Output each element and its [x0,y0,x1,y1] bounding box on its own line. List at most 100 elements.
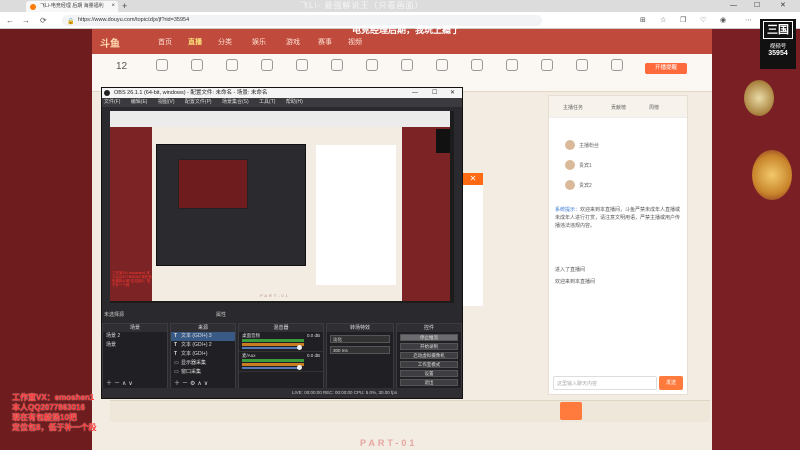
close-window-button[interactable]: ✕ [780,0,786,12]
settings-menu-icon[interactable]: ⋯ [745,15,752,26]
toolbar-item[interactable] [392,59,422,75]
toolbar-item[interactable] [252,59,282,75]
new-tab-button[interactable]: + [122,0,127,12]
start-recording-button[interactable]: 开始录制 [400,343,458,350]
transitions-dock: 转场特效 淡化 300 ms [326,323,394,389]
reload-button[interactable]: ⟳ [40,14,47,27]
avatar [565,180,575,190]
toolbar-item[interactable] [147,59,177,75]
obs-menu-edit[interactable]: 编辑(E) [131,99,148,105]
source-item[interactable]: ▭ 窗口采集 [171,368,235,377]
obs-menubar: 文件(F) 编辑(E) 视图(V) 配置文件(P) 场景集合(S) 工具(T) … [102,98,462,107]
gift-button[interactable] [560,402,582,420]
stream-overlay-top: 飞Lⅰ- 最强解说王（只看画面） [300,1,424,10]
scene-item[interactable]: 场景 2 [103,332,167,341]
settings-button[interactable]: 设置 [400,370,458,377]
toolbar-item[interactable] [567,59,597,75]
transition-select[interactable]: 淡化 [330,335,390,343]
obs-maximize-button[interactable]: ☐ [432,88,437,98]
toolbar-item[interactable] [602,59,632,75]
toolbar-item[interactable] [217,59,247,75]
toolbar-item[interactable] [357,59,387,75]
nav-esports[interactable]: 赛事 [318,37,332,47]
chat-tab-task[interactable]: 主播任务 [563,104,583,111]
promo-line: 工作室VX：emoshen1 [12,393,95,402]
browser-tab[interactable]: 飞Lⅰ-电竞经理 后期 海量福利 × [26,1,118,12]
url-input[interactable]: 🔒 https://www.douyu.com/topic/zljx/jf?ri… [62,15,542,26]
mixer-dock: 混音器 桌面音频 0.0 dB 麦/Aux 0.0 dB [238,323,324,389]
obs-statusbar: LIVE: 00:00:00 REC: 00:00:00 CPU: 5.0%, … [102,388,462,398]
site-logo[interactable]: 斗鱼 [100,35,120,50]
favorites-icon[interactable]: ♡ [700,15,706,26]
obs-menu-tools[interactable]: 工具(T) [259,99,275,105]
source-item[interactable]: ▭ 显示器采集 [171,359,235,368]
maximize-button[interactable]: ☐ [754,0,760,12]
minimize-button[interactable]: — [730,0,737,12]
chat-tab-contrib[interactable]: 贡献榜 [611,104,626,111]
studio-mode-button[interactable]: 工作室模式 [400,361,458,368]
brand-logo: 三国 视频号 35954 [760,19,796,69]
toolbar-item[interactable] [427,59,457,75]
chat-message: 欢迎来到本直播间 [555,279,596,285]
obs-menu-help[interactable]: 帮助(H) [286,99,303,105]
send-button[interactable]: 发送 [659,376,683,390]
nav-live[interactable]: 直播 [188,37,202,47]
properties-button[interactable]: 属性 [216,311,226,318]
obs-menu-profile[interactable]: 配置文件(P) [185,99,212,105]
toolbar-item[interactable] [532,59,562,75]
source-controls[interactable]: ＋－⚙∧∨ [171,380,235,388]
chat-tab-week[interactable]: 周榜 [649,104,659,111]
transition-duration[interactable]: 300 ms [330,346,390,354]
nested-chat [316,145,396,285]
obs-close-button[interactable]: ✕ [450,88,455,98]
volume-slider-knob[interactable] [297,365,302,370]
obs-menu-file[interactable]: 文件(F) [104,99,120,105]
toolbar-item[interactable] [497,59,527,75]
nav-category[interactable]: 分类 [218,37,232,47]
toolbar-item[interactable] [462,59,492,75]
profile-icon[interactable]: ◉ [720,15,726,26]
promo-caption: 工作室VX：emoshen1 本人QQ2077863016 现在有包毅扬10把 … [12,393,96,433]
rank-row[interactable]: 贵宾2 [555,178,685,192]
nav-video[interactable]: 视频 [348,37,362,47]
tab-title: 飞Lⅰ-电竞经理 后期 海量福利 [40,3,104,9]
sources-dock: 来源 T 文本 (GDI+) 3 T 文本 (GDI+) 2 T 文本 (GDI+) … [170,323,236,389]
obs-menu-view[interactable]: 视图(V) [158,99,175,105]
toolbar-item[interactable] [287,59,317,75]
virtual-camera-button[interactable]: 启动虚拟摄像机 [400,352,458,359]
forward-button[interactable]: → [22,14,30,27]
site-favicon-icon [30,4,36,10]
stop-streaming-button[interactable]: 停止推流 [400,334,458,341]
bookmark-star-icon[interactable]: ☆ [660,15,666,26]
volume-slider-knob[interactable] [297,345,302,350]
mixer-channel[interactable]: 麦/Aux 0.0 dB [239,352,323,372]
scene-item[interactable]: 场景 [103,341,167,350]
tab-close-icon[interactable]: × [111,1,115,12]
chat-input[interactable]: 这里输入聊天内容 [553,376,657,390]
rank-row[interactable]: 主播粉丝 [555,138,685,152]
extension-icon[interactable]: ⊞ [640,15,646,26]
exit-button[interactable]: 退出 [400,379,458,386]
back-button[interactable]: ← [6,14,14,27]
decorative-medal [752,150,792,200]
nested-part-label: PART-01 [260,293,290,298]
rank-row[interactable]: 贵宾1 [555,158,685,172]
mixer-channel[interactable]: 桌面音频 0.0 dB [239,332,323,352]
follow-reminder-button[interactable]: 开播提醒 [645,63,687,74]
nav-games[interactable]: 游戏 [286,37,300,47]
popup-close-button[interactable]: ✕ [463,173,483,185]
obs-menu-scenecollection[interactable]: 场景集合(S) [222,99,249,105]
nav-home[interactable]: 首页 [158,37,172,47]
toolbar-item[interactable] [322,59,352,75]
source-item[interactable]: T 文本 (GDI+) 3 [171,332,235,341]
scenes-dock: 场景 场景 2 场景 ＋－∧∨ [102,323,168,389]
obs-preview[interactable]: 工作室VX: emoshen1 本人QQ2077863016 现在有包毅扬10把… [110,111,454,303]
source-item[interactable]: T 文本 (GDI+) [171,350,235,359]
source-item[interactable]: T 文本 (GDI+) 2 [171,341,235,350]
nav-entertainment[interactable]: 娱乐 [252,37,266,47]
collections-icon[interactable]: ❒ [680,15,686,26]
obs-minimize-button[interactable]: — [412,88,418,98]
obs-window: OBS 26.1.1 (64-bit, windows) - 配置文件: 未命名… [101,87,463,399]
toolbar-item[interactable] [182,59,212,75]
scene-controls[interactable]: ＋－∧∨ [103,380,167,388]
